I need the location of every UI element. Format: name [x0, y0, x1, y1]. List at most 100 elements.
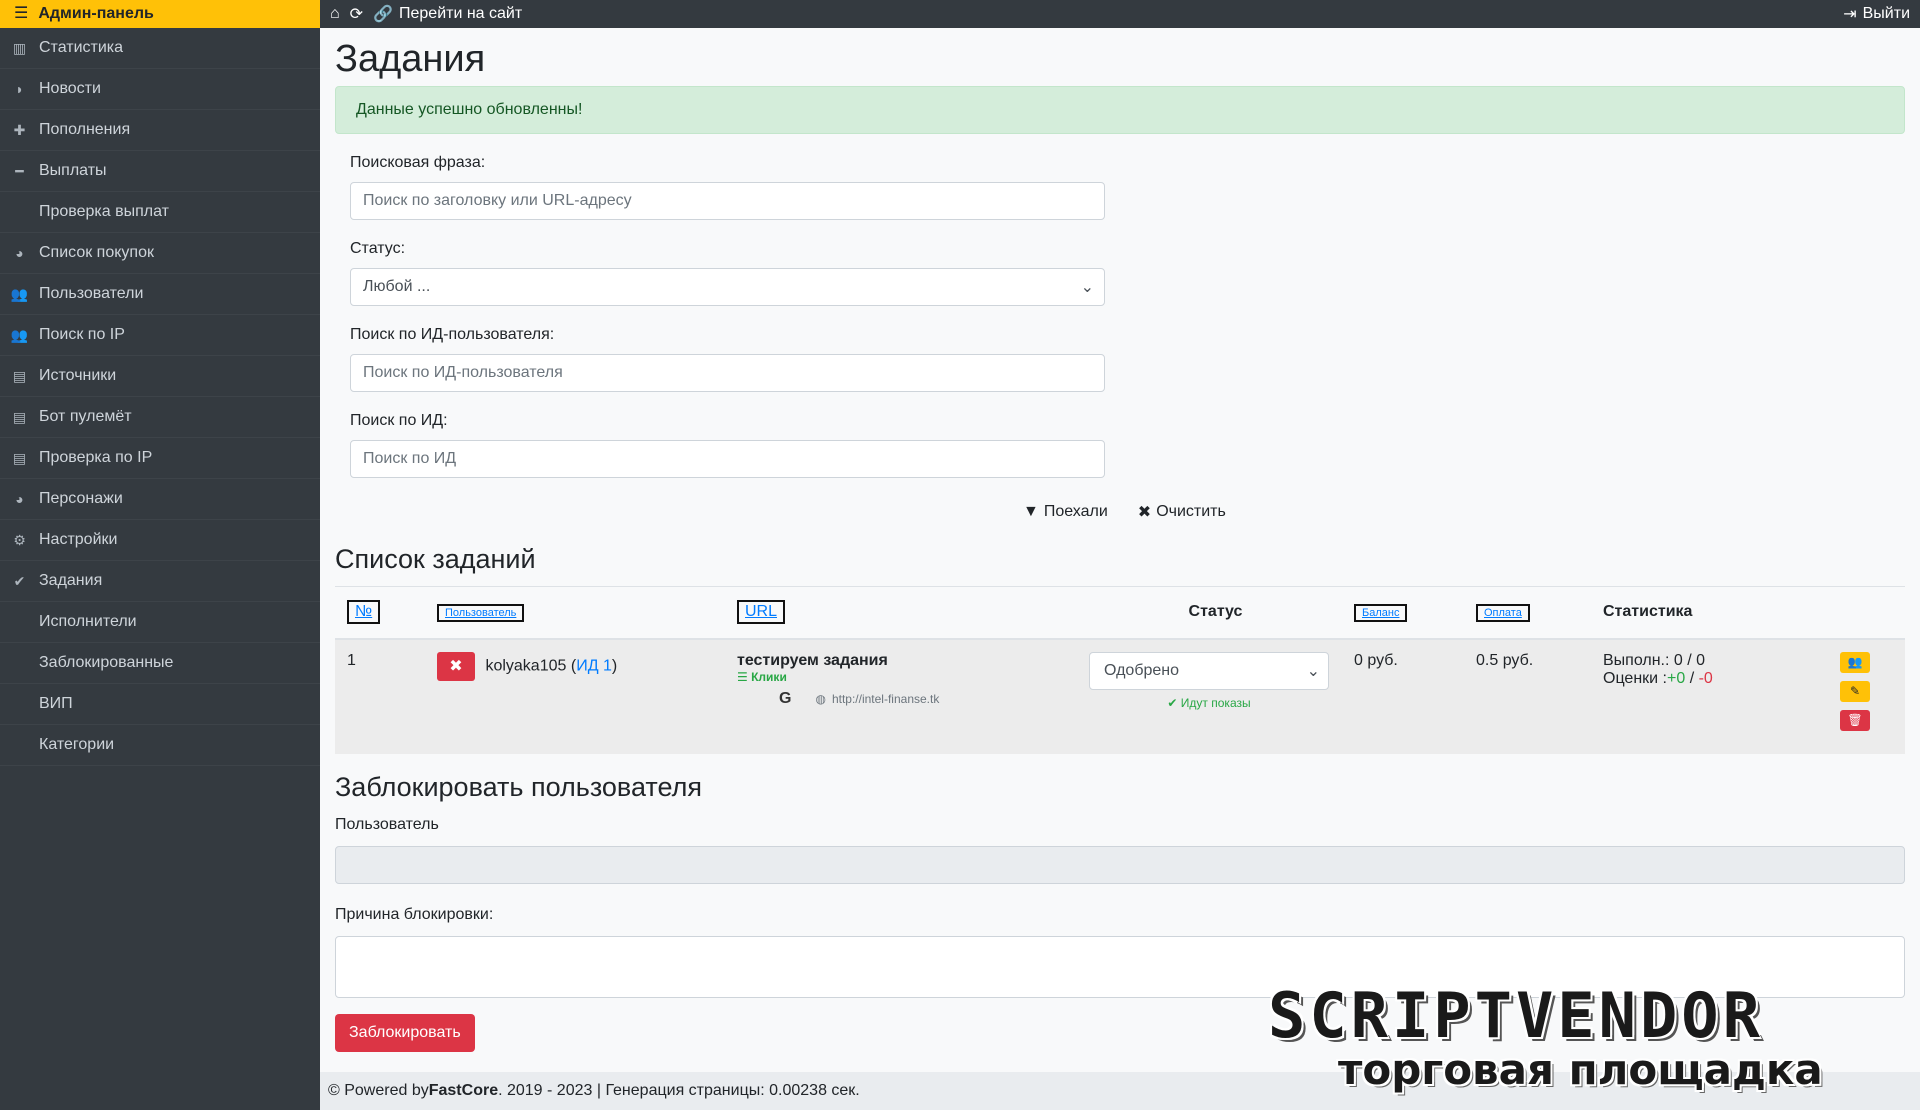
status-column-header: Статус: [1188, 603, 1243, 621]
go-to-site-link[interactable]: 🔗 Перейти на сайт: [373, 4, 522, 24]
block-reason-label: Причина блокировки:: [335, 905, 494, 923]
task-num: 1: [347, 651, 356, 669]
check-icon: ✔: [1167, 695, 1178, 710]
sidebar-item-blocked[interactable]: Заблокированные: [0, 643, 320, 684]
map-icon: ▤: [12, 449, 27, 466]
task-url[interactable]: http://intel-finanse.tk: [832, 692, 939, 706]
edit-button[interactable]: ✎: [1840, 680, 1870, 702]
refresh-icon[interactable]: ⟳: [350, 4, 363, 24]
sidebar-item-label: Бот пулемёт: [39, 408, 132, 425]
sidebar-item-label: Список покупок: [39, 244, 154, 261]
sidebar-item-tasks[interactable]: ✔ Задания: [0, 561, 320, 602]
task-done: Выполн.: 0 / 0: [1603, 651, 1706, 669]
sidebar-item-performers[interactable]: Исполнители: [0, 602, 320, 643]
id-input[interactable]: Поиск по ИД: [350, 440, 1105, 478]
trash-icon: 🗑: [1847, 713, 1863, 727]
status-note: Идут показы: [1180, 695, 1251, 710]
sidebar: ☰ Админ-панель ▥ Статистика ◗ Новости ✚ Поп…: [0, 0, 320, 1110]
watermark-line1: SCRIPTVENDOR: [1268, 979, 1764, 1052]
user-id-link[interactable]: ИД 1: [576, 657, 612, 674]
clear-button[interactable]: ✖ Очистить: [1138, 502, 1226, 522]
sidebar-item-statistics[interactable]: ▥ Статистика: [0, 28, 320, 69]
sidebar-item-label: Задания: [39, 572, 103, 589]
sidebar-item-vip[interactable]: ВИП: [0, 684, 320, 725]
main-content: Задания Данные успешно обновленны! Поиск…: [335, 28, 1905, 1052]
status-label: Статус:: [350, 240, 406, 257]
task-status-value: Одобрено: [1104, 661, 1180, 679]
footer-brand: FastCore: [428, 1082, 499, 1099]
sidebar-item-ip-check[interactable]: ▤ Проверка по IP: [0, 438, 320, 479]
sort-balance-link[interactable]: Баланс: [1354, 603, 1408, 622]
sidebar-item-label: Поиск по IP: [39, 326, 125, 343]
chevron-down-icon: ⌄: [1306, 662, 1320, 680]
sidebar-item-label: Проверка выплат: [39, 203, 169, 220]
id-label: Поиск по ИД:: [350, 412, 448, 429]
filter-form: Поисковая фраза: Поиск по заголовку или …: [350, 154, 1105, 478]
user-id-input[interactable]: Поиск по ИД-пользователя: [350, 354, 1105, 392]
sidebar-item-payouts[interactable]: ━ Выплаты: [0, 151, 320, 192]
sort-url-link[interactable]: URL: [737, 600, 786, 625]
task-balance: 0 руб.: [1354, 651, 1398, 669]
link-icon: 🔗: [373, 6, 393, 23]
sidebar-item-label: Настройки: [39, 531, 118, 548]
delete-button[interactable]: 🗑: [1840, 709, 1870, 731]
sidebar-item-news[interactable]: ◗ Новости: [0, 69, 320, 110]
sidebar-item-label: Новости: [39, 80, 101, 97]
sidebar-item-deposits[interactable]: ✚ Пополнения: [0, 110, 320, 151]
list-icon: ☰: [737, 669, 748, 684]
logout-link[interactable]: ⇥ Выйти: [1843, 4, 1910, 24]
sidebar-item-label: Статистика: [39, 39, 124, 56]
sidebar-item-label: Проверка по IP: [39, 449, 153, 466]
status-select[interactable]: Любой ... ⌄: [350, 268, 1105, 306]
gear-icon: ⚙: [13, 531, 26, 548]
sidebar-item-settings[interactable]: ⚙ Настройки: [0, 520, 320, 561]
sidebar-item-bot[interactable]: ▤ Бот пулемёт: [0, 397, 320, 438]
filter-icon: ▼: [1023, 503, 1039, 520]
watermark: SCRIPTVENDOR торговая площадка: [1268, 985, 1908, 1095]
remove-user-button[interactable]: ✖: [437, 651, 475, 681]
users-icon: 👥: [10, 326, 29, 343]
status-select-value: Любой ...: [363, 278, 431, 295]
go-label: Поехали: [1043, 503, 1108, 520]
rss-icon: ◗: [15, 81, 24, 97]
home-icon[interactable]: ⌂: [330, 5, 340, 23]
topbar: ⌂ ⟳ 🔗 Перейти на сайт ⇥ Выйти: [320, 0, 1920, 28]
sidebar-item-sources[interactable]: ▤ Источники: [0, 356, 320, 397]
task-status-select[interactable]: Одобрено ⌄: [1089, 651, 1329, 690]
sidebar-item-characters[interactable]: ◕ Персонажи: [0, 479, 320, 520]
performers-button[interactable]: 👥: [1840, 651, 1870, 673]
users-icon: 👥: [10, 285, 29, 302]
block-user-title: Заблокировать пользователя: [335, 771, 702, 802]
sort-payment-link[interactable]: Оплата: [1476, 603, 1530, 622]
go-to-site-label: Перейти на сайт: [399, 5, 523, 22]
sidebar-item-payout-check[interactable]: Проверка выплат: [0, 192, 320, 233]
alert-text: Данные успешно обновленны!: [356, 101, 583, 118]
sidebar-brand[interactable]: ☰ Админ-панель: [0, 0, 320, 28]
task-ratings: Оценки :+0 / -0: [1603, 669, 1713, 687]
go-button[interactable]: ▼ Поехали: [1023, 502, 1108, 522]
block-button[interactable]: Заблокировать: [335, 1013, 475, 1052]
close-icon: ✖: [1137, 504, 1152, 521]
sidebar-item-users[interactable]: 👥 Пользователи: [0, 274, 320, 315]
sidebar-item-label: Пользователи: [39, 285, 144, 302]
user-id-label: Поиск по ИД-пользователя:: [350, 326, 555, 343]
google-icon: G: [779, 689, 792, 707]
task-payment: 0.5 руб.: [1476, 651, 1534, 669]
search-input[interactable]: Поиск по заголовку или URL-адресу: [350, 182, 1105, 220]
sort-user-link[interactable]: Пользователь: [437, 603, 525, 622]
sidebar-item-purchases[interactable]: ◕ Список покупок: [0, 233, 320, 274]
logout-icon: ⇥: [1843, 6, 1857, 23]
task-username: kolyaka105: [485, 657, 567, 674]
sidebar-item-label: Источники: [39, 367, 117, 384]
bar-chart-icon: ▥: [12, 39, 27, 56]
sidebar-item-ip-search[interactable]: 👥 Поиск по IP: [0, 315, 320, 356]
block-user-input[interactable]: [335, 845, 1905, 884]
sidebar-item-categories[interactable]: Категории: [0, 725, 320, 766]
pencil-icon: ✎: [1849, 684, 1861, 698]
search-label: Поисковая фраза:: [350, 154, 486, 171]
menu-icon[interactable]: ☰: [14, 6, 28, 22]
sort-num-link[interactable]: №: [347, 600, 381, 625]
sidebar-item-label: Исполнители: [39, 613, 137, 630]
globe-icon: ◍: [815, 691, 826, 706]
minus-icon: ━: [15, 162, 24, 179]
